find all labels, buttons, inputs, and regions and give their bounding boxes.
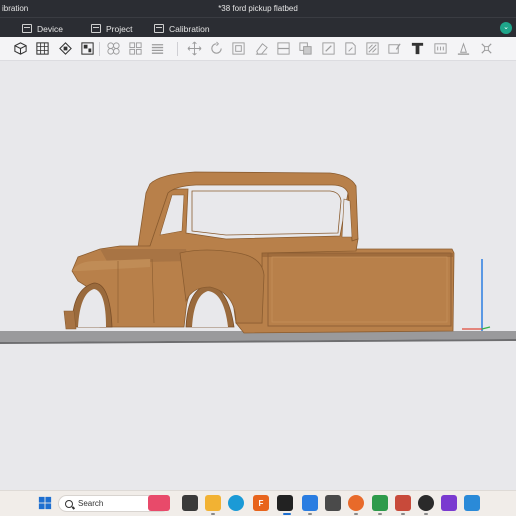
project-icon	[91, 24, 101, 33]
measure-icon[interactable]	[455, 40, 472, 57]
menu-bar: Device Project Calibration ⌄	[0, 17, 516, 37]
edge-icon[interactable]	[228, 495, 244, 511]
running-indicator	[378, 513, 382, 515]
running-indicator	[354, 513, 358, 515]
file-explorer-icon[interactable]	[205, 495, 221, 511]
grid-icon[interactable]	[34, 40, 51, 57]
widgets-icon[interactable]	[148, 495, 170, 511]
windows-start-icon[interactable]	[37, 495, 53, 511]
menu-device[interactable]: Device	[22, 22, 63, 35]
taskbar: Search F	[0, 490, 516, 516]
arrange-icon[interactable]	[79, 40, 96, 57]
menu-calibration[interactable]: Calibration	[154, 22, 210, 35]
menu-project-label: Project	[106, 23, 133, 34]
running-indicator	[401, 513, 405, 515]
toolbar	[0, 37, 516, 61]
brush-icon[interactable]	[386, 40, 403, 57]
rotate-icon[interactable]	[208, 40, 225, 57]
media-player-icon[interactable]	[418, 495, 434, 511]
calculator-icon[interactable]	[325, 495, 341, 511]
active-indicator	[283, 513, 291, 515]
text-icon[interactable]	[409, 40, 426, 57]
toolbar-divider	[177, 42, 178, 56]
split-parts-icon[interactable]	[127, 40, 144, 57]
firefox-icon[interactable]	[348, 495, 364, 511]
auto-orient-icon[interactable]	[57, 40, 74, 57]
erase-icon[interactable]	[253, 40, 270, 57]
assemble-view-icon[interactable]	[478, 40, 495, 57]
clipchamp-icon[interactable]	[441, 495, 457, 511]
chrome-icon[interactable]	[372, 495, 388, 511]
evernote-icon[interactable]	[395, 495, 411, 511]
3d-viewport[interactable]	[0, 61, 516, 490]
truck-model	[63, 171, 455, 334]
menu-calibration-label: Calibration	[169, 23, 210, 34]
move-icon[interactable]	[186, 40, 203, 57]
slicer-icon[interactable]	[302, 495, 318, 511]
title-bar: ibration *38 ford pickup flatbed	[0, 0, 516, 17]
chevron-down-icon[interactable]: ⌄	[500, 22, 512, 34]
layers-icon[interactable]	[149, 40, 166, 57]
color-paint-icon[interactable]	[364, 40, 381, 57]
support-paint-icon[interactable]	[320, 40, 337, 57]
toolbar-divider	[99, 42, 100, 56]
add-cube-icon[interactable]	[12, 40, 29, 57]
scale-icon[interactable]	[230, 40, 247, 57]
store-icon[interactable]	[464, 495, 480, 511]
cut-icon[interactable]	[275, 40, 292, 57]
app-f-icon[interactable]: F	[253, 495, 269, 511]
assembly-icon[interactable]	[432, 40, 449, 57]
device-icon	[22, 24, 32, 33]
search-placeholder: Search	[78, 499, 104, 508]
y-axis-line	[481, 326, 491, 330]
running-indicator	[308, 513, 312, 515]
terminal-icon[interactable]	[277, 495, 293, 511]
calibration-icon	[154, 24, 164, 33]
menu-project[interactable]: Project	[91, 22, 132, 35]
task-view-icon[interactable]	[182, 495, 198, 511]
running-indicator	[424, 513, 428, 515]
search-icon	[65, 499, 73, 508]
boolean-icon[interactable]	[297, 40, 314, 57]
split-objects-icon[interactable]	[105, 40, 122, 57]
running-indicator	[211, 513, 215, 515]
model-scene	[0, 171, 516, 344]
seam-paint-icon[interactable]	[342, 40, 359, 57]
document-title: *38 ford pickup flatbed	[218, 4, 298, 13]
menu-device-label: Device	[37, 23, 63, 34]
